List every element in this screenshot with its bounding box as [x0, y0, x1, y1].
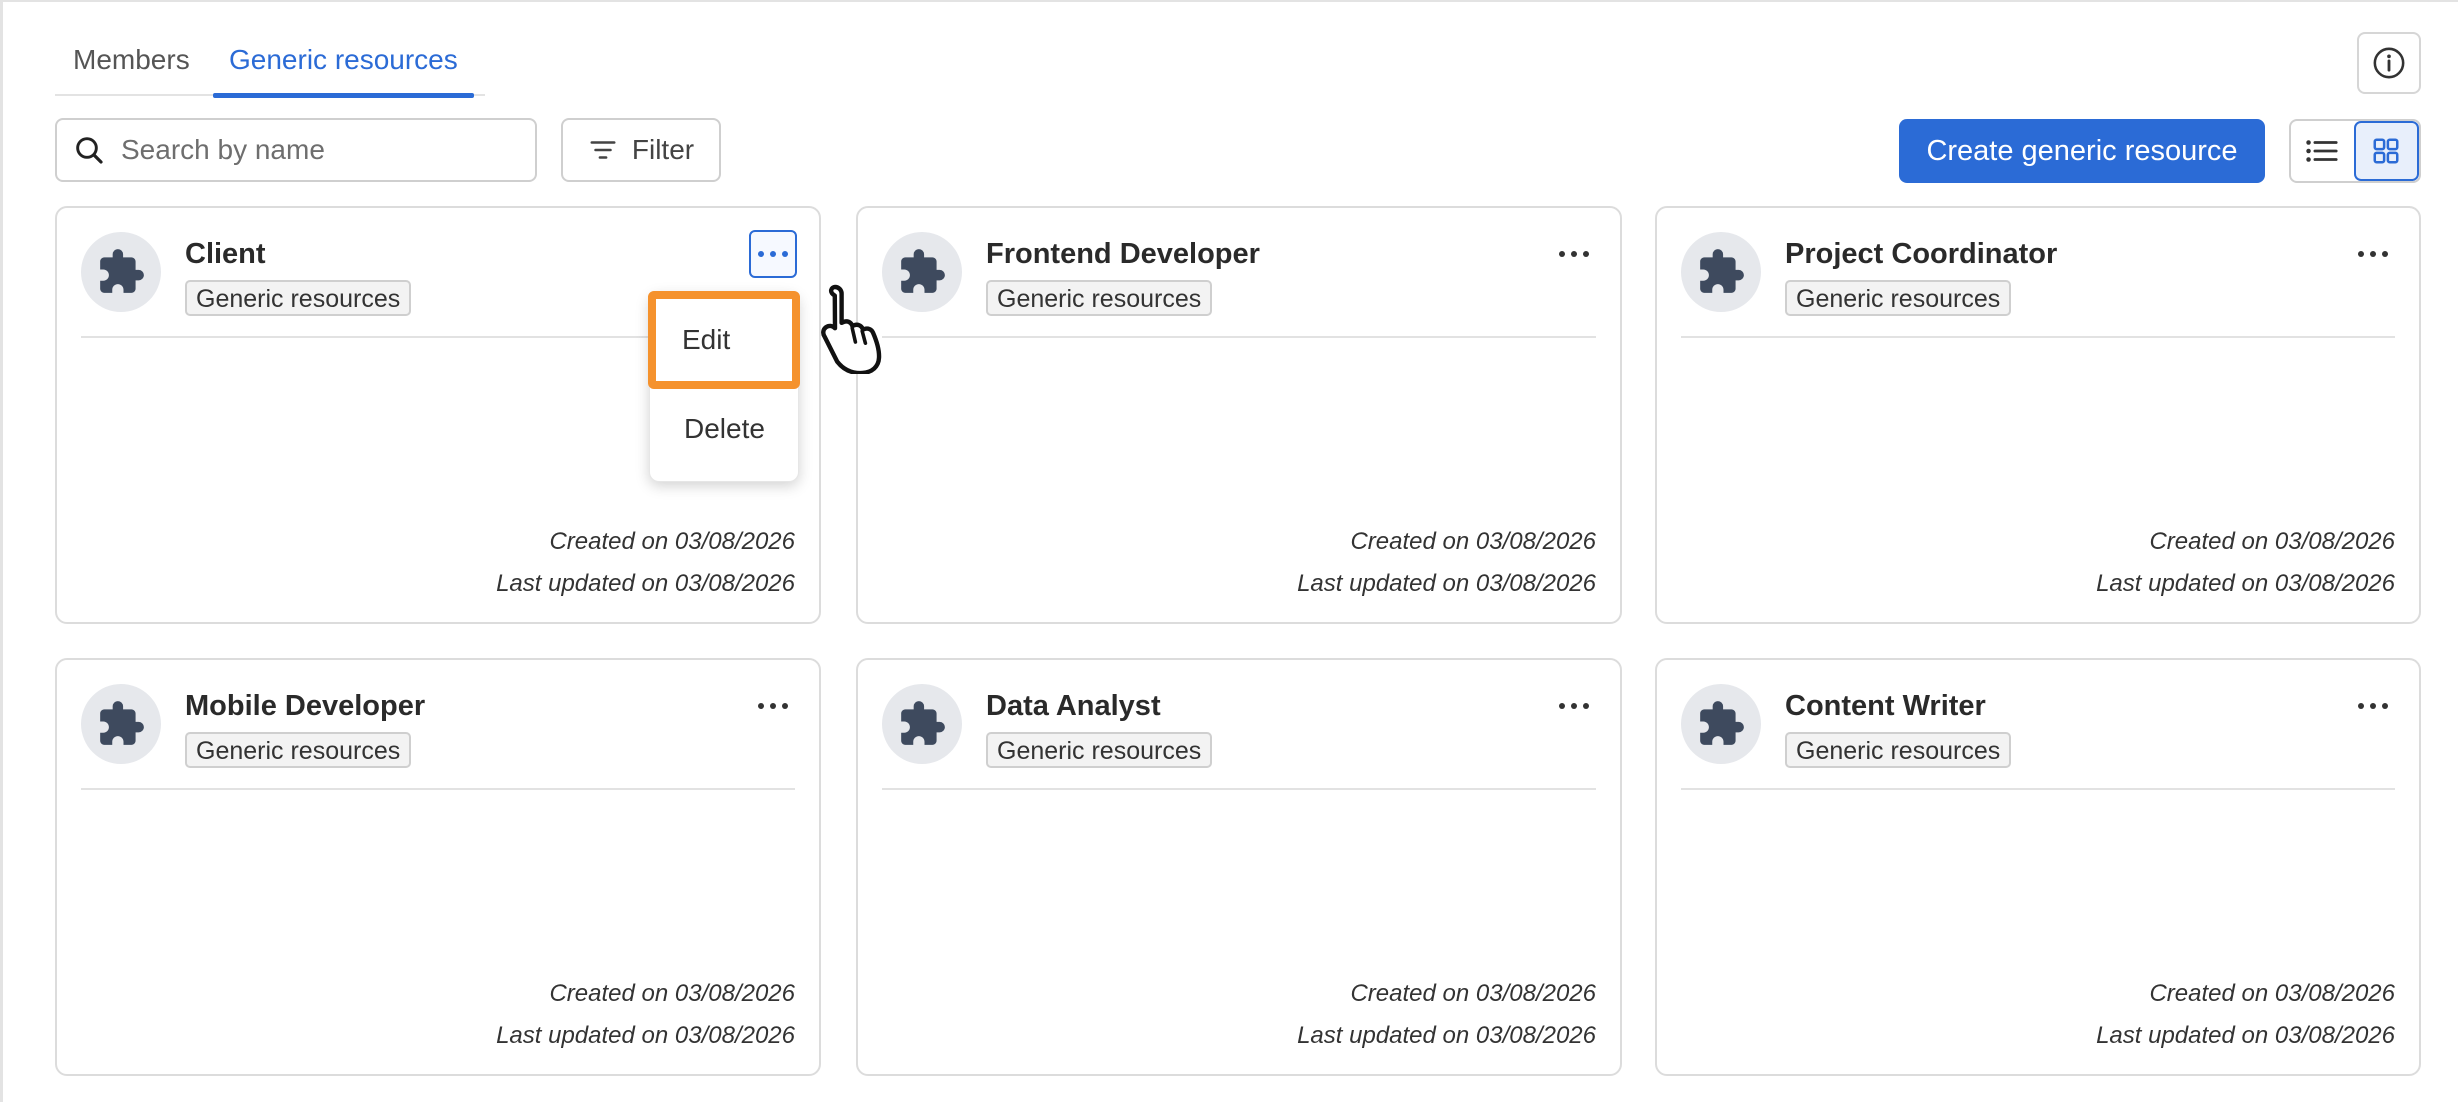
card-badge: Generic resources [1785, 732, 2012, 768]
more-horizontal-icon [1559, 251, 1589, 257]
list-view-button[interactable] [2291, 121, 2354, 181]
card-title: Mobile Developer [185, 690, 426, 722]
search-icon [73, 134, 105, 166]
more-horizontal-icon [1559, 703, 1589, 709]
resource-card-frontend-developer[interactable]: Frontend Developer Generic resources Cre… [856, 206, 1622, 624]
card-badge: Generic resources [185, 280, 412, 316]
card-updated-date: Last updated on 03/08/2026 [496, 1022, 795, 1049]
more-horizontal-icon [2358, 251, 2388, 257]
card-created-date: Created on 03/08/2026 [549, 528, 795, 555]
card-actions-menu: Edit Delete [648, 291, 800, 482]
resource-card-mobile-developer[interactable]: Mobile Developer Generic resources Creat… [55, 658, 821, 1076]
more-options-button[interactable] [2349, 682, 2397, 730]
card-title: Client [185, 238, 266, 270]
card-updated-date: Last updated on 03/08/2026 [1297, 570, 1596, 597]
card-created-date: Created on 03/08/2026 [2149, 980, 2395, 1007]
list-view-icon [2306, 140, 2339, 162]
card-title: Project Coordinator [1785, 238, 2058, 270]
tab-members[interactable]: Members [73, 30, 190, 94]
card-updated-date: Last updated on 03/08/2026 [496, 570, 795, 597]
search-box [55, 118, 537, 182]
card-created-date: Created on 03/08/2026 [1350, 980, 1596, 1007]
card-badge: Generic resources [986, 280, 1213, 316]
filter-icon [590, 141, 616, 159]
filter-button[interactable]: Filter [561, 118, 721, 182]
info-icon [2373, 47, 2405, 79]
more-options-button[interactable] [749, 230, 797, 278]
more-horizontal-icon [758, 251, 788, 257]
more-options-button[interactable] [1550, 230, 1598, 278]
more-options-button[interactable] [2349, 230, 2397, 278]
more-horizontal-icon [2358, 703, 2388, 709]
card-updated-date: Last updated on 03/08/2026 [2096, 1022, 2395, 1049]
card-created-date: Created on 03/08/2026 [2149, 528, 2395, 555]
resource-card-data-analyst[interactable]: Data Analyst Generic resources Created o… [856, 658, 1622, 1076]
search-input[interactable] [119, 133, 503, 167]
puzzle-piece-icon [1681, 684, 1761, 764]
tab-generic-resources[interactable]: Generic resources [213, 30, 474, 98]
tab-bar: Members Generic resources [55, 30, 485, 98]
puzzle-piece-icon [1681, 232, 1761, 312]
menu-item-delete[interactable]: Delete [650, 389, 800, 469]
grid-view-button[interactable] [2353, 121, 2419, 181]
more-options-button[interactable] [1550, 682, 1598, 730]
create-generic-resource-button[interactable]: Create generic resource [1899, 119, 2265, 183]
resource-card-content-writer[interactable]: Content Writer Generic resources Created… [1655, 658, 2421, 1076]
card-title: Frontend Developer [986, 238, 1260, 270]
card-divider [882, 336, 1596, 338]
generic-resources-page: Members Generic resources Filter Create … [0, 0, 2458, 1102]
view-toggle [2289, 119, 2421, 183]
card-created-date: Created on 03/08/2026 [549, 980, 795, 1007]
info-button[interactable] [2357, 32, 2421, 94]
card-updated-date: Last updated on 03/08/2026 [2096, 570, 2395, 597]
puzzle-piece-icon [81, 684, 161, 764]
card-created-date: Created on 03/08/2026 [1350, 528, 1596, 555]
hand-pointer-icon [821, 284, 882, 374]
card-divider [1681, 336, 2395, 338]
puzzle-piece-icon [81, 232, 161, 312]
more-options-button[interactable] [749, 682, 797, 730]
puzzle-piece-icon [882, 684, 962, 764]
more-horizontal-icon [758, 703, 788, 709]
card-divider [1681, 788, 2395, 790]
card-divider [882, 788, 1596, 790]
card-title: Content Writer [1785, 690, 1986, 722]
filter-label: Filter [631, 134, 695, 165]
card-updated-date: Last updated on 03/08/2026 [1297, 1022, 1596, 1049]
resource-card-project-coordinator[interactable]: Project Coordinator Generic resources Cr… [1655, 206, 2421, 624]
card-badge: Generic resources [1785, 280, 2012, 316]
menu-item-edit[interactable]: Edit [648, 291, 800, 389]
card-title: Data Analyst [986, 690, 1161, 722]
card-badge: Generic resources [185, 732, 412, 768]
card-badge: Generic resources [986, 732, 1213, 768]
grid-view-icon [2373, 138, 2399, 164]
card-divider [81, 788, 795, 790]
